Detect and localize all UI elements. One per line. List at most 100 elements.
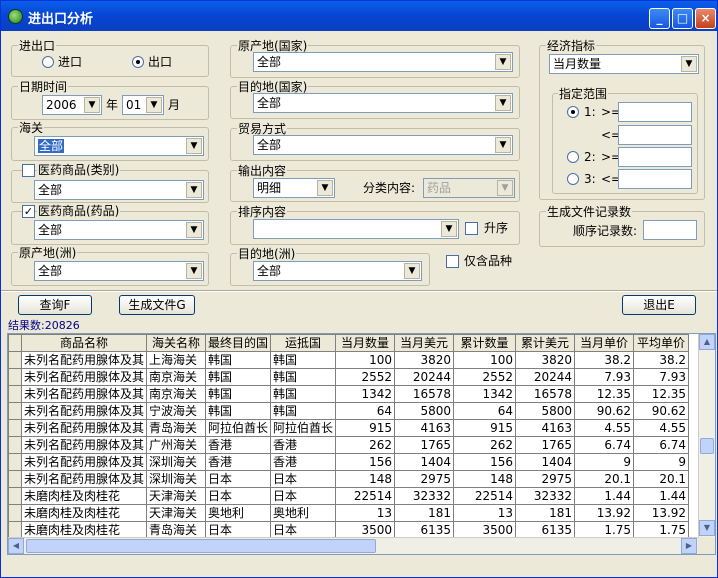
table-cell[interactable]: 9 <box>633 453 690 471</box>
table-cell[interactable]: 16578 <box>515 385 576 403</box>
table-cell[interactable]: 奥地利 <box>205 504 272 522</box>
table-cell[interactable]: 青岛海关 <box>146 521 207 539</box>
table-cell[interactable]: 未磨肉桂及肉桂花 <box>20 487 148 505</box>
row-indicator[interactable] <box>8 368 22 386</box>
table-cell[interactable]: 1765 <box>515 436 576 454</box>
chevron-down-icon[interactable]: ▼ <box>497 180 513 196</box>
table-cell[interactable]: 20.1 <box>574 470 635 488</box>
column-header[interactable]: 当月单价 <box>574 334 635 352</box>
table-cell[interactable]: 64 <box>453 402 517 420</box>
table-cell[interactable]: 1.75 <box>574 521 635 539</box>
table-cell[interactable]: 未列名配药用腺体及其 <box>20 351 148 369</box>
table-cell[interactable]: 32332 <box>515 487 576 505</box>
table-cell[interactable]: 青岛海关 <box>146 419 207 437</box>
chevron-down-icon[interactable]: ▼ <box>404 263 420 279</box>
range-2-radio[interactable] <box>567 151 579 163</box>
table-cell[interactable]: 16578 <box>394 385 455 403</box>
table-cell[interactable]: 阿拉伯酋长 <box>270 419 337 437</box>
table-cell[interactable]: 韩国 <box>270 402 337 420</box>
exit-button[interactable]: 退出E <box>622 295 696 315</box>
table-cell[interactable]: 90.62 <box>633 402 690 420</box>
table-cell[interactable]: 天津海关 <box>146 504 207 522</box>
table-cell[interactable]: 38.2 <box>574 351 635 369</box>
range-1-max-input[interactable] <box>618 125 692 145</box>
scroll-left-button[interactable]: ◀ <box>8 538 24 554</box>
horizontal-scroll-thumb[interactable] <box>26 539 376 553</box>
table-cell[interactable]: 148 <box>453 470 517 488</box>
table-row[interactable]: 未磨肉桂及肉桂花 青岛海关 日本 日本 3500 6135 3500 6135 1.75 1.75 <box>8 521 690 539</box>
vertical-scroll-thumb[interactable] <box>700 438 714 454</box>
table-row[interactable]: 未磨肉桂及肉桂花 天津海关 日本 日本 22514 32332 22514 32332 1.44… <box>8 487 690 505</box>
table-cell[interactable]: 4163 <box>394 419 455 437</box>
chevron-down-icon[interactable]: ▼ <box>681 56 697 72</box>
column-header[interactable]: 当月数量 <box>335 334 396 352</box>
year-select[interactable]: 2006 ▼ <box>42 95 102 115</box>
output-select[interactable]: 明细 ▼ <box>253 178 335 198</box>
table-row[interactable]: 未列名配药用腺体及其 宁波海关 韩国 韩国 64 5800 64 5800 90.62 90.62 <box>8 402 690 420</box>
table-cell[interactable]: 13.92 <box>574 504 635 522</box>
scroll-down-button[interactable]: ▼ <box>699 520 715 536</box>
table-cell[interactable]: 南京海关 <box>146 368 207 386</box>
table-cell[interactable]: 12.35 <box>574 385 635 403</box>
table-cell[interactable]: 5800 <box>394 402 455 420</box>
table-cell[interactable]: 22514 <box>453 487 517 505</box>
column-header[interactable]: 当月美元 <box>394 334 455 352</box>
origin-continent-select[interactable]: 全部 ▼ <box>34 261 204 281</box>
table-cell[interactable]: 64 <box>335 402 396 420</box>
table-cell[interactable]: 2552 <box>335 368 396 386</box>
chevron-down-icon[interactable]: ▼ <box>146 97 162 113</box>
table-cell[interactable]: 韩国 <box>270 351 337 369</box>
table-cell[interactable]: 156 <box>335 453 396 471</box>
row-indicator[interactable] <box>8 487 22 505</box>
table-cell[interactable]: 6135 <box>394 521 455 539</box>
table-cell[interactable]: 日本 <box>205 487 272 505</box>
title-bar[interactable]: 进出口分析 _ □ × <box>1 1 717 31</box>
chevron-down-icon[interactable]: ▼ <box>186 222 202 238</box>
export-radio[interactable] <box>132 56 144 68</box>
table-cell[interactable]: 915 <box>335 419 396 437</box>
chevron-down-icon[interactable]: ▼ <box>186 182 202 198</box>
table-cell[interactable]: 未列名配药用腺体及其 <box>20 436 148 454</box>
table-cell[interactable]: 3820 <box>515 351 576 369</box>
table-cell[interactable]: 6135 <box>515 521 576 539</box>
table-cell[interactable]: 4163 <box>515 419 576 437</box>
table-cell[interactable]: 日本 <box>270 521 337 539</box>
table-row[interactable]: 未磨肉桂及肉桂花 天津海关 奥地利 奥地利 13 181 13 181 13.92 13.92 <box>8 504 690 522</box>
table-cell[interactable]: 未列名配药用腺体及其 <box>20 368 148 386</box>
table-row[interactable]: 未列名配药用腺体及其 青岛海关 阿拉伯酋长 阿拉伯酋长 915 4163 915 4163 4.… <box>8 419 690 437</box>
column-header[interactable]: 海关名称 <box>146 334 207 352</box>
data-grid[interactable]: 商品名称 海关名称 最终目的国 运抵国 当月数量 当月美元 累计数量 累计美元 当月单价 平均单价… <box>7 333 716 555</box>
column-header[interactable]: 最终目的国 <box>205 334 272 352</box>
row-indicator[interactable] <box>8 453 22 471</box>
table-cell[interactable]: 未列名配药用腺体及其 <box>20 470 148 488</box>
table-cell[interactable]: 20244 <box>394 368 455 386</box>
table-cell[interactable]: 韩国 <box>205 351 272 369</box>
chevron-down-icon[interactable]: ▼ <box>186 263 202 279</box>
table-row[interactable]: 未列名配药用腺体及其 南京海关 韩国 韩国 2552 20244 2552 20244 7.93… <box>8 368 690 386</box>
table-cell[interactable]: 南京海关 <box>146 385 207 403</box>
chevron-down-icon[interactable]: ▼ <box>84 97 100 113</box>
table-cell[interactable]: 1404 <box>515 453 576 471</box>
table-cell[interactable]: 181 <box>394 504 455 522</box>
table-cell[interactable]: 韩国 <box>205 385 272 403</box>
import-radio[interactable] <box>42 56 54 68</box>
table-cell[interactable]: 香港 <box>205 453 272 471</box>
econ-select[interactable]: 当月数量 ▼ <box>549 54 699 74</box>
table-cell[interactable]: 156 <box>453 453 517 471</box>
row-indicator[interactable] <box>8 419 22 437</box>
row-indicator[interactable] <box>8 504 22 522</box>
table-cell[interactable]: 1342 <box>335 385 396 403</box>
table-cell[interactable]: 深圳海关 <box>146 470 207 488</box>
table-cell[interactable]: 100 <box>453 351 517 369</box>
table-cell[interactable]: 日本 <box>270 470 337 488</box>
close-button[interactable]: × <box>695 8 716 29</box>
table-cell[interactable]: 4.55 <box>633 419 690 437</box>
chevron-down-icon[interactable]: ▼ <box>317 180 333 196</box>
row-indicator[interactable] <box>8 521 22 539</box>
only-contains-checkbox[interactable] <box>446 255 459 268</box>
table-cell[interactable]: 32332 <box>394 487 455 505</box>
row-indicator[interactable] <box>8 385 22 403</box>
table-cell[interactable]: 7.93 <box>633 368 690 386</box>
table-cell[interactable]: 韩国 <box>205 402 272 420</box>
table-cell[interactable]: 1404 <box>394 453 455 471</box>
